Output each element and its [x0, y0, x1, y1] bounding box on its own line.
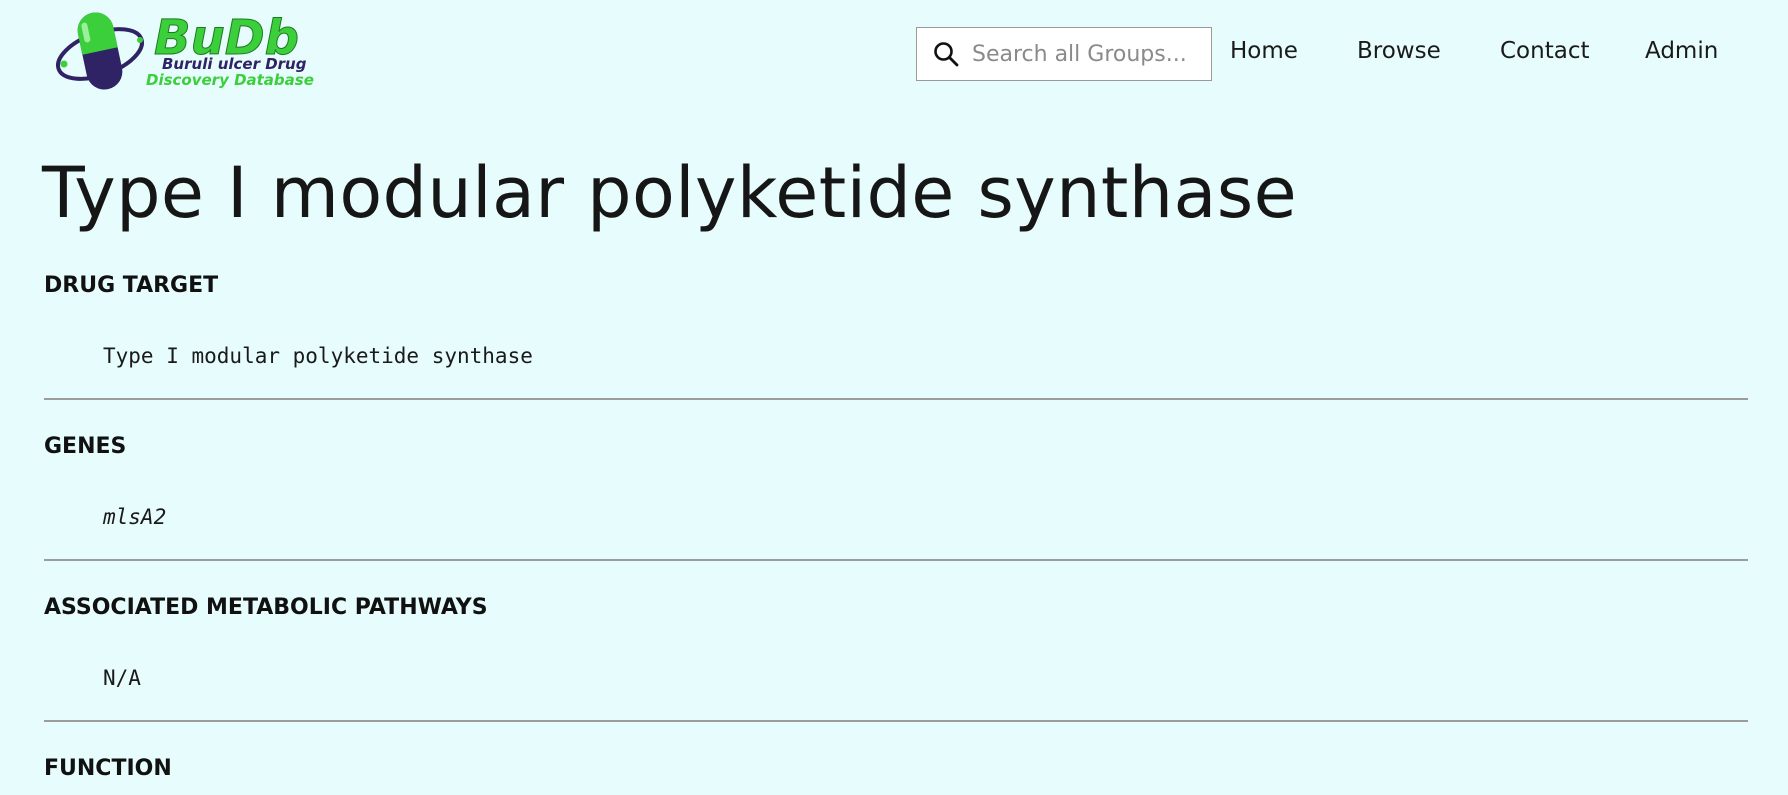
drug-target-value: Type I modular polyketide synthase [103, 344, 533, 368]
section-divider [44, 720, 1748, 722]
nav-admin-link[interactable]: Admin [1645, 38, 1718, 64]
section-function: FUNCTION [44, 756, 1748, 792]
nav-contact-link[interactable]: Contact [1500, 38, 1589, 64]
section-divider [44, 559, 1748, 561]
site-logo[interactable]: BuDb Buruli ulcer Drug Discovery Databas… [54, 6, 334, 96]
search-icon[interactable] [932, 40, 960, 68]
logo-line2: Discovery Database [146, 71, 314, 89]
section-heading: GENES [44, 434, 127, 459]
search-input[interactable] [972, 41, 1192, 67]
nav-browse-link[interactable]: Browse [1357, 38, 1441, 64]
section-heading: ASSOCIATED METABOLIC PATHWAYS [44, 595, 488, 620]
section-drug-target: DRUG TARGET Type I modular polyketide sy… [44, 273, 1748, 401]
metabolic-pathways-value: N/A [103, 666, 141, 690]
section-divider [44, 398, 1748, 400]
logo-graphic: BuDb Buruli ulcer Drug Discovery Databas… [56, 10, 314, 90]
section-genes: GENES mlsA2 [44, 434, 1748, 562]
nav-home-link[interactable]: Home [1230, 38, 1298, 64]
page-title: Type I modular polyketide synthase [42, 152, 1298, 234]
search-box[interactable] [916, 27, 1212, 81]
section-heading: FUNCTION [44, 756, 172, 781]
section-heading: DRUG TARGET [44, 273, 219, 298]
gene-value: mlsA2 [103, 505, 167, 529]
section-metabolic-pathways: ASSOCIATED METABOLIC PATHWAYS N/A [44, 595, 1748, 723]
